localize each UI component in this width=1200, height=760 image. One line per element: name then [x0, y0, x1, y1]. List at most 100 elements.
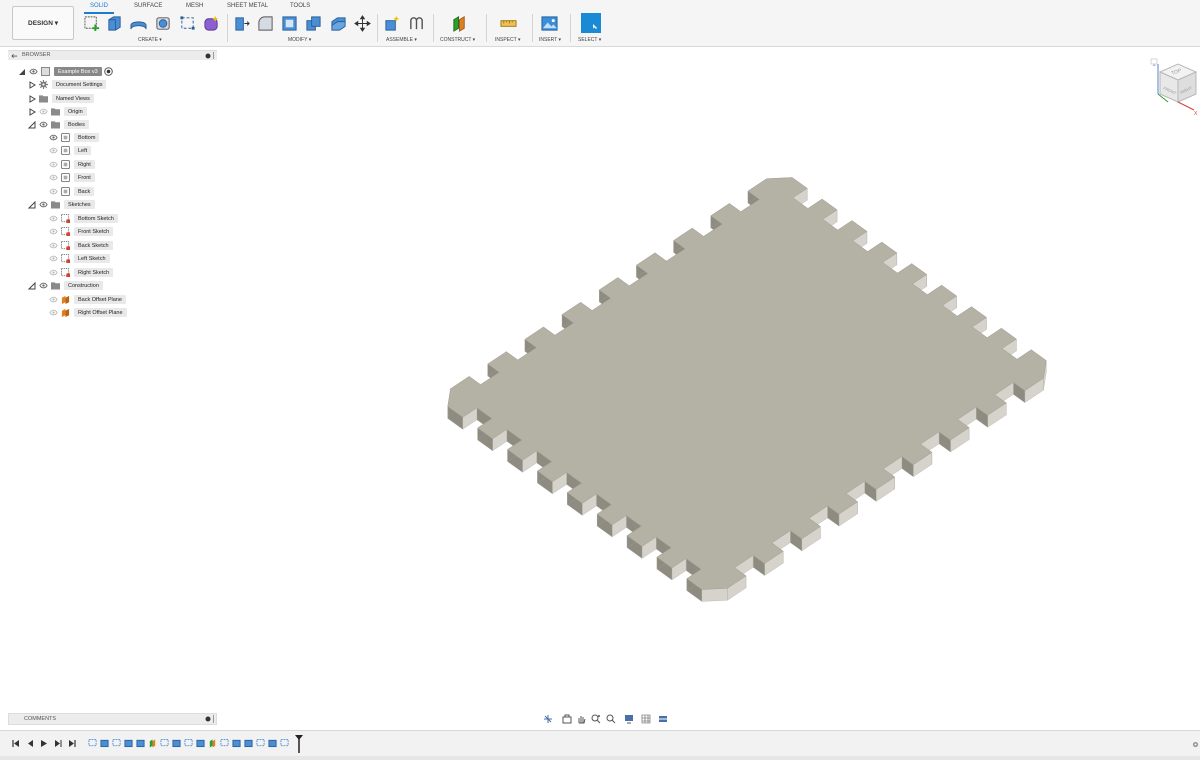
- panel-top-face[interactable]: [447, 177, 1047, 590]
- tree-item-construction[interactable]: Construction: [28, 280, 103, 291]
- insert-group-label[interactable]: INSERT ▾: [539, 37, 561, 43]
- select-group-label[interactable]: SELECT ▾: [578, 37, 601, 43]
- tree-item-bodies[interactable]: Bodies: [28, 119, 89, 130]
- hidden-eye-icon[interactable]: [49, 269, 58, 276]
- display-settings-icon[interactable]: [624, 714, 634, 724]
- timeline-extrude-feature-icon[interactable]: [172, 738, 181, 748]
- tab-tools[interactable]: TOOLS: [290, 3, 310, 9]
- orbit-icon[interactable]: [543, 714, 553, 724]
- collapse-browser-icon[interactable]: [11, 53, 18, 59]
- tree-item-sketches[interactable]: Sketches: [28, 199, 95, 210]
- tree-item-label[interactable]: Right Offset Plane: [74, 308, 127, 317]
- timeline-marker-icon[interactable]: [294, 734, 304, 754]
- modify-group-label[interactable]: MODIFY ▾: [288, 37, 311, 43]
- sketch-rectangle-icon[interactable]: [179, 15, 196, 32]
- extrude-icon[interactable]: [106, 15, 123, 32]
- grid-settings-icon[interactable]: [641, 714, 651, 724]
- tab-mesh[interactable]: MESH: [186, 3, 203, 9]
- expanded-triangle-icon[interactable]: [28, 281, 36, 290]
- move-copy-icon[interactable]: [354, 15, 371, 32]
- revolve-icon[interactable]: [130, 15, 147, 32]
- collapsed-triangle-icon[interactable]: [28, 80, 36, 89]
- tree-root-label[interactable]: Example Box v3: [54, 67, 102, 76]
- tree-item-label[interactable]: Front: [74, 173, 95, 182]
- tree-item-left-sketch[interactable]: Left Sketch: [49, 253, 110, 264]
- timeline-sketch-feature-icon[interactable]: [184, 738, 193, 748]
- tree-item-label[interactable]: Right Sketch: [74, 268, 114, 277]
- expanded-triangle-icon[interactable]: [28, 200, 36, 209]
- tree-item-back-offset-plane[interactable]: Back Offset Plane: [49, 294, 126, 305]
- step-back-icon[interactable]: [26, 739, 34, 748]
- go-to-end-icon[interactable]: [68, 739, 76, 748]
- hidden-eye-icon[interactable]: [49, 161, 58, 168]
- timeline-sketch-feature-icon[interactable]: [256, 738, 265, 748]
- tree-root[interactable]: Example Box v3: [18, 66, 113, 77]
- timeline-sketch-feature-icon[interactable]: [112, 738, 121, 748]
- select-icon[interactable]: [581, 13, 601, 33]
- tree-item-named-views[interactable]: Named Views: [28, 93, 94, 104]
- collapsed-triangle-icon[interactable]: [28, 94, 36, 103]
- inspect-group-label[interactable]: INSPECT ▾: [495, 37, 520, 43]
- tree-item-front-sketch[interactable]: Front Sketch: [49, 226, 114, 237]
- split-body-icon[interactable]: [330, 15, 347, 32]
- tree-item-back-sketch[interactable]: Back Sketch: [49, 240, 113, 251]
- construct-group-label[interactable]: CONSTRUCT ▾: [440, 37, 475, 43]
- activate-radio-icon[interactable]: [103, 67, 113, 76]
- hidden-eye-icon[interactable]: [49, 215, 58, 222]
- offset-plane-icon[interactable]: [451, 15, 468, 32]
- timeline-sketch-feature-icon[interactable]: [280, 738, 289, 748]
- browser-panel-header[interactable]: BROWSER: [8, 50, 217, 60]
- hidden-eye-icon[interactable]: [39, 108, 48, 115]
- visibility-eye-icon[interactable]: [29, 68, 38, 75]
- hidden-eye-icon[interactable]: [49, 147, 58, 154]
- tree-item-body-left[interactable]: Left: [49, 145, 92, 156]
- hidden-eye-icon[interactable]: [49, 188, 58, 195]
- visibility-eye-icon[interactable]: [39, 282, 48, 289]
- tab-sheet-metal[interactable]: SHEET METAL: [227, 3, 268, 9]
- home-view-icon[interactable]: [1150, 58, 1158, 65]
- sweep-icon[interactable]: [155, 15, 172, 32]
- timeline-extrude-feature-icon[interactable]: [124, 738, 133, 748]
- timeline-sketch-feature-icon[interactable]: [220, 738, 229, 748]
- tree-item-label[interactable]: Left Sketch: [74, 254, 110, 263]
- tree-item-body-bottom[interactable]: Bottom: [49, 132, 100, 143]
- timeline-settings-icon[interactable]: [1192, 741, 1199, 748]
- visibility-eye-icon[interactable]: [49, 134, 58, 141]
- timeline-sketch-feature-icon[interactable]: [88, 738, 97, 748]
- tree-item-label[interactable]: Back Offset Plane: [74, 295, 126, 304]
- tree-item-label[interactable]: Bottom: [74, 133, 100, 142]
- tree-item-label[interactable]: Bodies: [64, 120, 89, 129]
- hidden-eye-icon[interactable]: [49, 242, 58, 249]
- tree-item-label[interactable]: Left: [74, 146, 92, 155]
- press-pull-icon[interactable]: [233, 15, 250, 32]
- timeline-plane-feature-icon[interactable]: [148, 738, 157, 748]
- timeline-extrude-feature-icon[interactable]: [100, 738, 109, 748]
- pan-hand-icon[interactable]: [576, 714, 586, 724]
- hidden-eye-icon[interactable]: [49, 228, 58, 235]
- viewports-icon[interactable]: [658, 714, 668, 724]
- timeline-sketch-feature-icon[interactable]: [160, 738, 169, 748]
- panel-resize-handle[interactable]: [213, 715, 214, 723]
- viewcube[interactable]: TOP FRONT RIGHT Z X: [1150, 58, 1200, 116]
- tree-item-label[interactable]: Document Settings: [52, 80, 107, 89]
- visibility-eye-icon[interactable]: [39, 121, 48, 128]
- comments-panel-header[interactable]: COMMENTS: [8, 713, 217, 725]
- step-forward-icon[interactable]: [54, 739, 62, 748]
- hidden-eye-icon[interactable]: [49, 255, 58, 262]
- hidden-eye-icon[interactable]: [49, 309, 58, 316]
- collapsed-triangle-icon[interactable]: [28, 107, 36, 116]
- insert-image-icon[interactable]: [541, 15, 558, 32]
- tree-item-right-offset-plane[interactable]: Right Offset Plane: [49, 307, 127, 318]
- tree-item-label[interactable]: Right: [74, 160, 95, 169]
- tree-item-label[interactable]: Sketches: [64, 200, 95, 209]
- browser-options-icon[interactable]: [205, 53, 211, 59]
- joint-icon[interactable]: [408, 15, 425, 32]
- assemble-group-label[interactable]: ASSEMBLE ▾: [386, 37, 417, 43]
- timeline-extrude-feature-icon[interactable]: [232, 738, 241, 748]
- combine-icon[interactable]: [305, 15, 322, 32]
- timeline-extrude-feature-icon[interactable]: [196, 738, 205, 748]
- expanded-triangle-icon[interactable]: [18, 68, 26, 76]
- timeline-plane-feature-icon[interactable]: [208, 738, 217, 748]
- tree-item-body-front[interactable]: Front: [49, 172, 95, 183]
- tab-solid[interactable]: SOLID: [90, 3, 108, 9]
